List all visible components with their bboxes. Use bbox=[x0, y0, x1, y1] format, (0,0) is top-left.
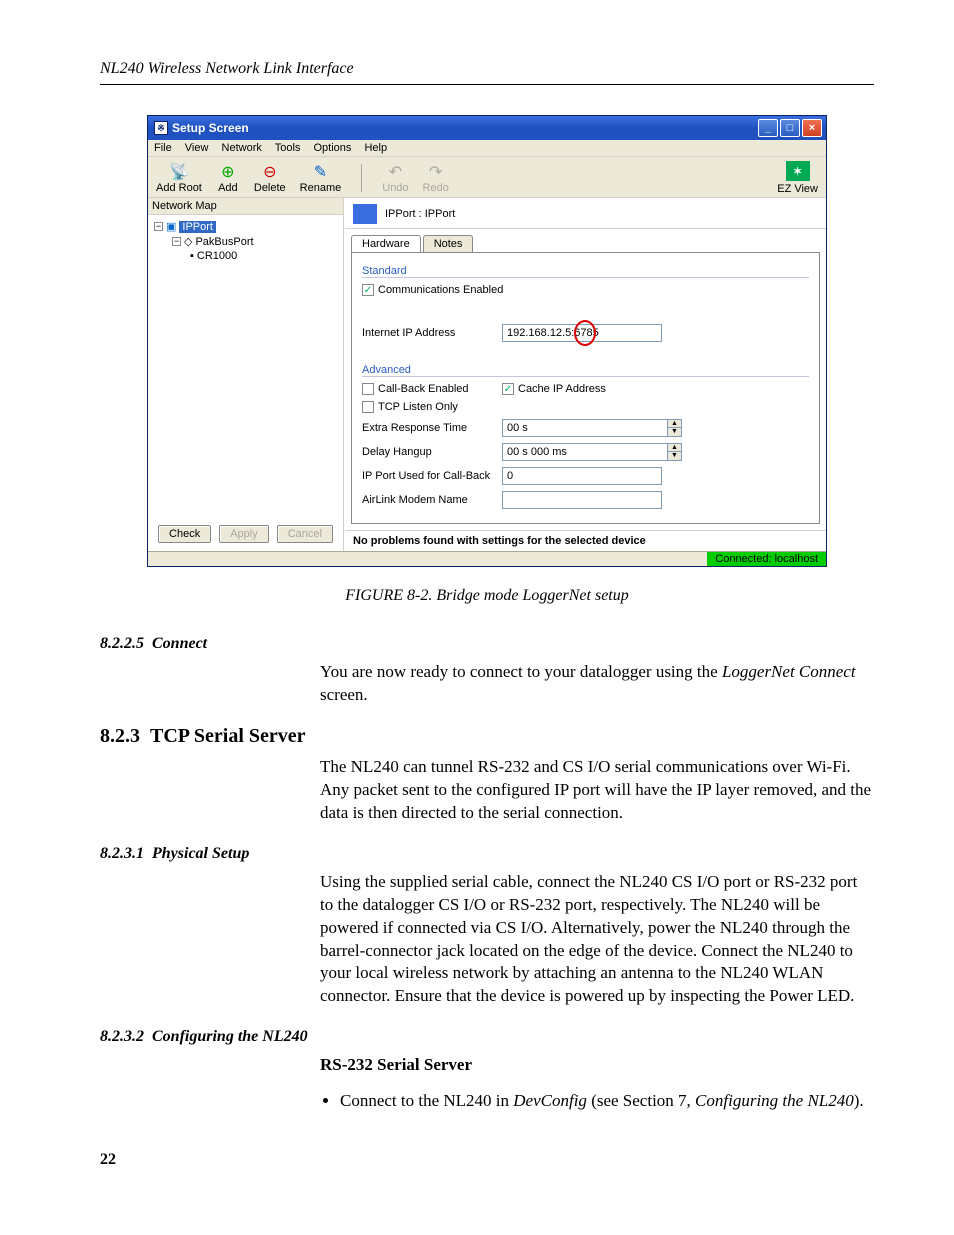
section-8232-heading: 8.2.3.2 Configuring the NL240 bbox=[100, 1028, 874, 1046]
menu-file[interactable]: File bbox=[154, 142, 172, 154]
collapse-icon[interactable]: − bbox=[172, 237, 181, 246]
redo-label: Redo bbox=[423, 182, 449, 194]
tree-pakbus[interactable]: − ◇ PakBusPort bbox=[154, 234, 339, 249]
redo-icon: ↷ bbox=[424, 162, 448, 182]
collapse-icon[interactable]: − bbox=[154, 222, 163, 231]
addroot-icon: 📡 bbox=[167, 162, 191, 182]
callback-checkbox[interactable] bbox=[362, 383, 374, 395]
sidebar-header: Network Map bbox=[148, 198, 343, 215]
rename-icon: ✎ bbox=[308, 162, 332, 182]
check-button[interactable]: Check bbox=[158, 525, 211, 543]
tcplisten-label: TCP Listen Only bbox=[378, 401, 458, 413]
add-button[interactable]: ⊕ Add bbox=[216, 162, 240, 194]
header-rule bbox=[100, 84, 874, 85]
tcplisten-checkbox[interactable] bbox=[362, 401, 374, 413]
undo-icon: ↶ bbox=[383, 162, 407, 182]
ezview-icon: ✶ bbox=[786, 161, 810, 181]
tree-cr1000[interactable]: ▪ CR1000 bbox=[154, 249, 339, 263]
pakbus-icon: ◇ bbox=[184, 235, 192, 248]
comm-enabled-label: Communications Enabled bbox=[378, 284, 503, 296]
cancel-button: Cancel bbox=[277, 525, 333, 543]
cache-label: Cache IP Address bbox=[518, 383, 606, 395]
page-number: 22 bbox=[100, 1151, 874, 1169]
delete-label: Delete bbox=[254, 182, 286, 194]
section-8232-sub: RS-232 Serial Server bbox=[320, 1054, 874, 1077]
tab-hardware[interactable]: Hardware bbox=[351, 235, 421, 252]
comm-enabled-checkbox[interactable]: ✓ bbox=[362, 284, 374, 296]
list-item: Connect to the NL240 in DevConfig (see S… bbox=[340, 1091, 874, 1111]
section-823-heading: 8.2.3 TCP Serial Server bbox=[100, 725, 874, 748]
close-button[interactable]: × bbox=[802, 119, 822, 137]
tab-notes[interactable]: Notes bbox=[423, 235, 474, 252]
menu-help[interactable]: Help bbox=[364, 142, 387, 154]
section-8225-heading: 8.2.2.5 Connect bbox=[100, 635, 874, 653]
sidebar: Network Map − ▣ IPPort − ◇ PakBusPort ▪ … bbox=[148, 198, 344, 551]
delete-icon: ⊖ bbox=[258, 162, 282, 182]
menubar: File View Network Tools Options Help bbox=[148, 140, 826, 157]
ipport-callback-label: IP Port Used for Call-Back bbox=[362, 470, 502, 482]
minimize-button[interactable]: _ bbox=[758, 119, 778, 137]
section-8225-body: You are now ready to connect to your dat… bbox=[320, 661, 874, 707]
menu-options[interactable]: Options bbox=[313, 142, 351, 154]
delay-hangup-label: Delay Hangup bbox=[362, 446, 502, 458]
page-header: NL240 Wireless Network Link Interface bbox=[100, 60, 874, 78]
network-tree[interactable]: − ▣ IPPort − ◇ PakBusPort ▪ CR1000 bbox=[148, 215, 343, 535]
maximize-button[interactable]: □ bbox=[780, 119, 800, 137]
menu-view[interactable]: View bbox=[185, 142, 209, 154]
main-title: IPPort : IPPort bbox=[385, 208, 455, 220]
airlink-input[interactable] bbox=[502, 491, 662, 509]
callback-label: Call-Back Enabled bbox=[378, 383, 469, 395]
menu-network[interactable]: Network bbox=[222, 142, 262, 154]
tree-ipport-label: IPPort bbox=[179, 221, 216, 233]
addroot-label: Add Root bbox=[156, 182, 202, 194]
menu-tools[interactable]: Tools bbox=[275, 142, 301, 154]
highlight-circle bbox=[574, 320, 596, 346]
group-standard: Standard bbox=[362, 265, 809, 278]
extra-response-label: Extra Response Time bbox=[362, 422, 502, 434]
main-panel: IPPort : IPPort Hardware Notes Standard … bbox=[344, 198, 826, 551]
delay-hangup-input[interactable] bbox=[502, 443, 668, 461]
addroot-button[interactable]: 📡 Add Root bbox=[156, 162, 202, 194]
add-icon: ⊕ bbox=[216, 162, 240, 182]
ipport-icon: ▣ bbox=[166, 220, 176, 233]
tree-cr1000-label: CR1000 bbox=[197, 250, 237, 262]
ezview-button[interactable]: ✶ EZ View bbox=[777, 161, 818, 195]
cache-checkbox[interactable]: ✓ bbox=[502, 383, 514, 395]
tree-ipport[interactable]: − ▣ IPPort bbox=[154, 219, 339, 234]
extra-response-spinner[interactable]: ▲▼ bbox=[668, 419, 682, 437]
rename-button[interactable]: ✎ Rename bbox=[300, 162, 342, 194]
connection-status: Connected: localhost bbox=[707, 552, 826, 566]
ip-address-label: Internet IP Address bbox=[362, 327, 502, 339]
airlink-label: AirLink Modem Name bbox=[362, 494, 502, 506]
section-8231-body: Using the supplied serial cable, connect… bbox=[320, 871, 874, 1009]
extra-response-input[interactable] bbox=[502, 419, 668, 437]
delete-button[interactable]: ⊖ Delete bbox=[254, 162, 286, 194]
window-title: Setup Screen bbox=[172, 121, 249, 135]
titlebar: ※ Setup Screen _ □ × bbox=[148, 116, 826, 140]
group-advanced: Advanced bbox=[362, 364, 809, 377]
ipport-header-icon bbox=[353, 204, 377, 224]
figure-caption: FIGURE 8-2. Bridge mode LoggerNet setup bbox=[100, 587, 874, 605]
add-label: Add bbox=[218, 182, 238, 194]
ezview-label: EZ View bbox=[777, 183, 818, 195]
apply-button: Apply bbox=[219, 525, 269, 543]
cr1000-icon: ▪ bbox=[190, 250, 194, 262]
undo-button: ↶ Undo bbox=[382, 162, 408, 194]
app-icon: ※ bbox=[154, 121, 168, 135]
section-823-body: The NL240 can tunnel RS-232 and CS I/O s… bbox=[320, 756, 874, 825]
status-text: No problems found with settings for the … bbox=[345, 530, 826, 551]
redo-button: ↷ Redo bbox=[423, 162, 449, 194]
section-8232-list: Connect to the NL240 in DevConfig (see S… bbox=[340, 1091, 874, 1111]
undo-label: Undo bbox=[382, 182, 408, 194]
rename-label: Rename bbox=[300, 182, 342, 194]
setup-window: ※ Setup Screen _ □ × File View Network T… bbox=[147, 115, 827, 567]
ipport-callback-input[interactable] bbox=[502, 467, 662, 485]
delay-hangup-spinner[interactable]: ▲▼ bbox=[668, 443, 682, 461]
section-8231-heading: 8.2.3.1 Physical Setup bbox=[100, 845, 874, 863]
tree-pakbus-label: PakBusPort bbox=[195, 236, 253, 248]
toolbar: 📡 Add Root ⊕ Add ⊖ Delete ✎ Rename ↶ Und… bbox=[148, 157, 826, 198]
